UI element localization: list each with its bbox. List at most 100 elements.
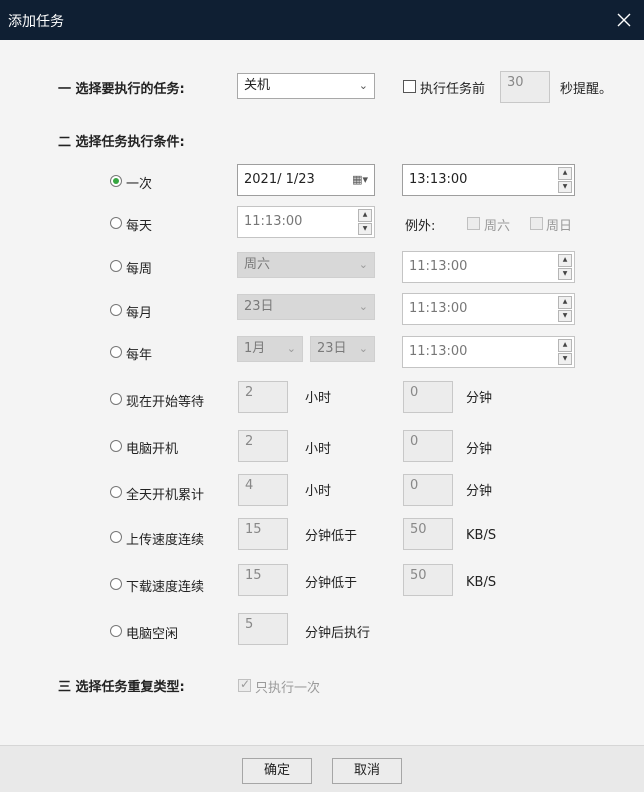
spin-down-icon[interactable]: ▼: [558, 309, 572, 322]
dialog-footer: 确定 取消: [0, 745, 644, 792]
ok-button[interactable]: 确定: [242, 758, 312, 784]
uptime-label: 全天开机累计: [126, 488, 205, 503]
exception-sun-label: 周日: [546, 219, 573, 234]
once-time-spinner[interactable]: ▲ ▼: [558, 167, 572, 193]
weekly-time-input[interactable]: 11:13:00 ▲ ▼: [402, 251, 575, 283]
monthly-time-value: 11:13:00: [409, 301, 468, 316]
yearly-time-input[interactable]: 11:13:00 ▲ ▼: [402, 336, 575, 368]
task-select-value: 关机: [244, 78, 271, 93]
chevron-down-icon: ⌄: [358, 79, 368, 92]
spin-up-icon[interactable]: ▲: [358, 209, 372, 222]
weekly-time-spinner[interactable]: ▲ ▼: [558, 254, 572, 280]
download-minutes-input[interactable]: 15: [238, 564, 288, 596]
daily-label: 每天: [126, 219, 153, 234]
boot-hours-unit: 小时: [305, 442, 332, 457]
upload-mid-label: 分钟低于: [305, 529, 358, 544]
spin-down-icon[interactable]: ▼: [558, 180, 572, 193]
radio-download[interactable]: [110, 578, 122, 590]
daily-time-value: 11:13:00: [244, 214, 303, 229]
once-date-value: 2021/ 1/23: [244, 172, 315, 187]
radio-weekly[interactable]: [110, 260, 122, 272]
yearly-label: 每年: [126, 348, 153, 363]
uptime-hours-unit: 小时: [305, 484, 332, 499]
spin-up-icon[interactable]: ▲: [558, 296, 572, 309]
wait-minutes-unit: 分钟: [466, 391, 493, 406]
spin-down-icon[interactable]: ▼: [358, 222, 372, 235]
spin-up-icon[interactable]: ▲: [558, 339, 572, 352]
weekly-day-value: 周六: [244, 257, 271, 272]
section-task-title: 一 选择要执行的任务:: [58, 82, 185, 97]
idle-label: 电脑空闲: [126, 627, 179, 642]
remind-seconds-input[interactable]: 30: [500, 71, 550, 103]
weekly-label: 每周: [126, 262, 153, 277]
radio-once[interactable]: [110, 175, 122, 187]
uptime-hours-input[interactable]: 4: [238, 474, 288, 506]
upload-minutes-input[interactable]: 15: [238, 518, 288, 550]
monthly-day-select[interactable]: 23日 ⌄: [237, 294, 375, 320]
close-button[interactable]: [604, 0, 644, 40]
monthly-label: 每月: [126, 306, 153, 321]
spin-up-icon[interactable]: ▲: [558, 167, 572, 180]
radio-upload[interactable]: [110, 531, 122, 543]
upload-speed-input[interactable]: 50: [403, 518, 453, 550]
monthly-time-input[interactable]: 11:13:00 ▲ ▼: [402, 293, 575, 325]
wait-hours-input[interactable]: 2: [238, 381, 288, 413]
yearly-month-select[interactable]: 1月 ⌄: [237, 336, 303, 362]
idle-minutes-input[interactable]: 5: [238, 613, 288, 645]
daily-time-spinner[interactable]: ▲ ▼: [358, 209, 372, 235]
daily-time-input[interactable]: 11:13:00 ▲ ▼: [237, 206, 375, 238]
section-condition-title: 二 选择任务执行条件:: [58, 135, 185, 150]
upload-label: 上传速度连续: [126, 533, 205, 548]
repeat-once-label: 只执行一次: [255, 681, 321, 696]
remind-before-label: 执行任务前: [420, 82, 486, 97]
boot-minutes-input[interactable]: 0: [403, 430, 453, 462]
chevron-down-icon: ⌄: [358, 300, 368, 313]
boot-hours-input[interactable]: 2: [238, 430, 288, 462]
chevron-down-icon: ⌄: [358, 342, 368, 355]
spin-down-icon[interactable]: ▼: [558, 267, 572, 280]
once-time-input[interactable]: 13:13:00 ▲ ▼: [402, 164, 575, 196]
radio-monthly[interactable]: [110, 304, 122, 316]
yearly-time-spinner[interactable]: ▲ ▼: [558, 339, 572, 365]
boot-minutes-unit: 分钟: [466, 442, 493, 457]
yearly-day-select[interactable]: 23日 ⌄: [310, 336, 375, 362]
exception-sat-label: 周六: [484, 219, 511, 234]
yearly-day-value: 23日: [317, 341, 347, 356]
uptime-minutes-unit: 分钟: [466, 484, 493, 499]
download-speed-input[interactable]: 50: [403, 564, 453, 596]
radio-uptime[interactable]: [110, 486, 122, 498]
repeat-once-checkbox[interactable]: [238, 677, 251, 692]
exception-sat-checkbox[interactable]: [467, 217, 480, 230]
radio-daily[interactable]: [110, 217, 122, 229]
radio-idle[interactable]: [110, 625, 122, 637]
radio-wait[interactable]: [110, 393, 122, 405]
weekly-time-value: 11:13:00: [409, 259, 468, 274]
yearly-time-value: 11:13:00: [409, 344, 468, 359]
once-date-picker[interactable]: 2021/ 1/23 ▦▾: [237, 164, 375, 196]
remind-after-label: 秒提醒。: [560, 82, 613, 97]
exception-sun-checkbox[interactable]: [530, 217, 543, 230]
weekly-day-select[interactable]: 周六 ⌄: [237, 252, 375, 278]
once-time-value: 13:13:00: [409, 172, 468, 187]
uptime-minutes-input[interactable]: 0: [403, 474, 453, 506]
add-task-dialog: 添加任务 一 选择要执行的任务: 关机 ⌄ 执行任务前 30 秒提醒。 二 选择…: [0, 0, 644, 792]
chevron-down-icon: ⌄: [286, 342, 296, 355]
download-mid-label: 分钟低于: [305, 576, 358, 591]
wait-hours-unit: 小时: [305, 391, 332, 406]
window-title: 添加任务: [8, 14, 64, 30]
spin-down-icon[interactable]: ▼: [558, 352, 572, 365]
calendar-icon[interactable]: ▦▾: [352, 165, 368, 195]
exception-label: 例外:: [405, 219, 436, 234]
remind-checkbox[interactable]: [403, 80, 416, 93]
section-repeat-title: 三 选择任务重复类型:: [58, 680, 185, 695]
cancel-button[interactable]: 取消: [332, 758, 402, 784]
monthly-day-value: 23日: [244, 299, 274, 314]
close-icon: [617, 13, 631, 27]
wait-minutes-input[interactable]: 0: [403, 381, 453, 413]
radio-boot[interactable]: [110, 440, 122, 452]
radio-yearly[interactable]: [110, 346, 122, 358]
spin-up-icon[interactable]: ▲: [558, 254, 572, 267]
task-select[interactable]: 关机 ⌄: [237, 73, 375, 99]
monthly-time-spinner[interactable]: ▲ ▼: [558, 296, 572, 322]
download-speed-unit: KB/S: [466, 575, 497, 590]
